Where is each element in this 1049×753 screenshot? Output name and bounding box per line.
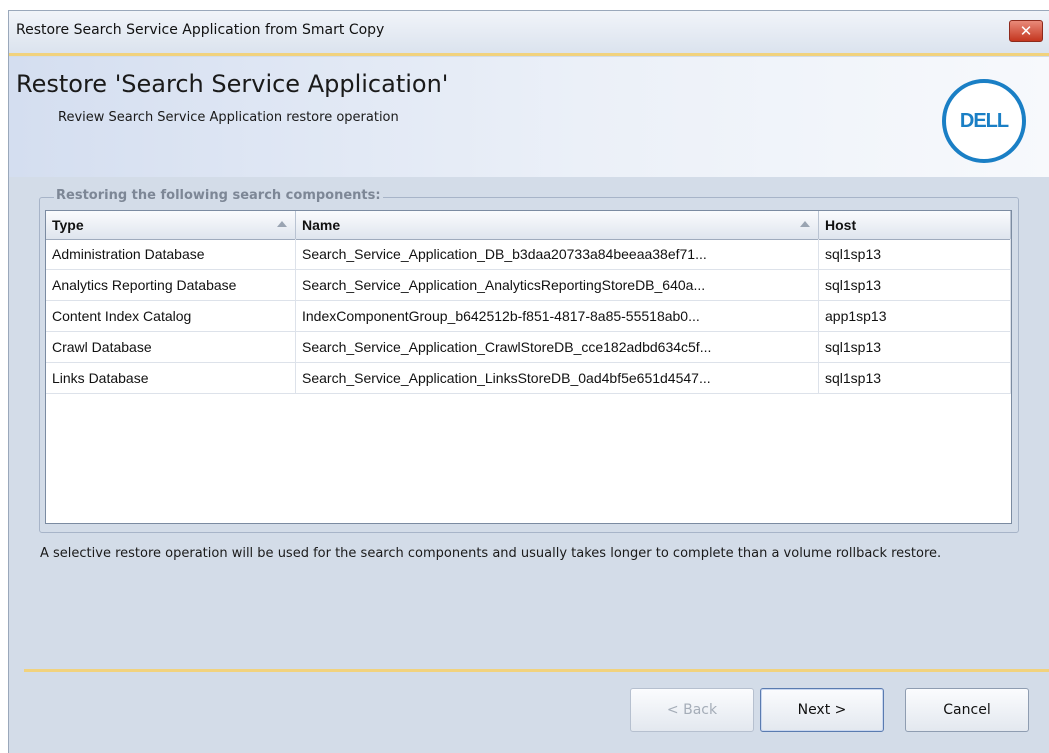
- table-row[interactable]: Administration Database Search_Service_A…: [46, 239, 1011, 270]
- window-title: Restore Search Service Application from …: [16, 22, 385, 38]
- column-header-host[interactable]: Host: [819, 211, 1011, 239]
- restore-note: A selective restore operation will be us…: [40, 546, 942, 561]
- table-row[interactable]: Links Database Search_Service_Applicatio…: [46, 363, 1011, 394]
- cell-host: app1sp13: [819, 301, 1011, 331]
- page-subtitle: Review Search Service Application restor…: [58, 110, 399, 125]
- cell-host: sql1sp13: [819, 363, 1011, 393]
- cell-type: Links Database: [46, 363, 296, 393]
- cancel-button[interactable]: Cancel: [905, 688, 1029, 732]
- components-table: Type Name Host Administration Database S…: [45, 210, 1012, 524]
- sort-ascending-icon: [800, 221, 810, 227]
- table-row[interactable]: Analytics Reporting Database Search_Serv…: [46, 270, 1011, 301]
- cell-host: sql1sp13: [819, 332, 1011, 362]
- table-row[interactable]: Crawl Database Search_Service_Applicatio…: [46, 332, 1011, 363]
- cell-type: Analytics Reporting Database: [46, 270, 296, 300]
- cell-host: sql1sp13: [819, 239, 1011, 269]
- cell-type: Content Index Catalog: [46, 301, 296, 331]
- cell-host: sql1sp13: [819, 270, 1011, 300]
- column-header-type[interactable]: Type: [46, 211, 296, 239]
- cell-name: Search_Service_Application_LinksStoreDB_…: [296, 363, 819, 393]
- cell-type: Crawl Database: [46, 332, 296, 362]
- table-row[interactable]: Content Index Catalog IndexComponentGrou…: [46, 301, 1011, 332]
- cell-name: Search_Service_Application_AnalyticsRepo…: [296, 270, 819, 300]
- footer-divider: [24, 669, 1049, 672]
- page-title: Restore 'Search Service Application': [16, 70, 449, 98]
- cell-name: Search_Service_Application_DB_b3daa20733…: [296, 239, 819, 269]
- column-header-name[interactable]: Name: [296, 211, 819, 239]
- table-header: Type Name Host: [46, 211, 1011, 240]
- dell-logo: DELL: [942, 79, 1026, 163]
- cell-name: Search_Service_Application_CrawlStoreDB_…: [296, 332, 819, 362]
- close-icon[interactable]: ✕: [1009, 20, 1043, 42]
- header-divider: [9, 53, 1049, 56]
- title-bar: Restore Search Service Application from …: [9, 11, 1049, 54]
- next-button[interactable]: Next >: [760, 688, 884, 732]
- sort-ascending-icon: [277, 221, 287, 227]
- back-button[interactable]: < Back: [630, 688, 754, 732]
- cell-type: Administration Database: [46, 239, 296, 269]
- components-group-label: Restoring the following search component…: [54, 188, 383, 203]
- cell-name: IndexComponentGroup_b642512b-f851-4817-8…: [296, 301, 819, 331]
